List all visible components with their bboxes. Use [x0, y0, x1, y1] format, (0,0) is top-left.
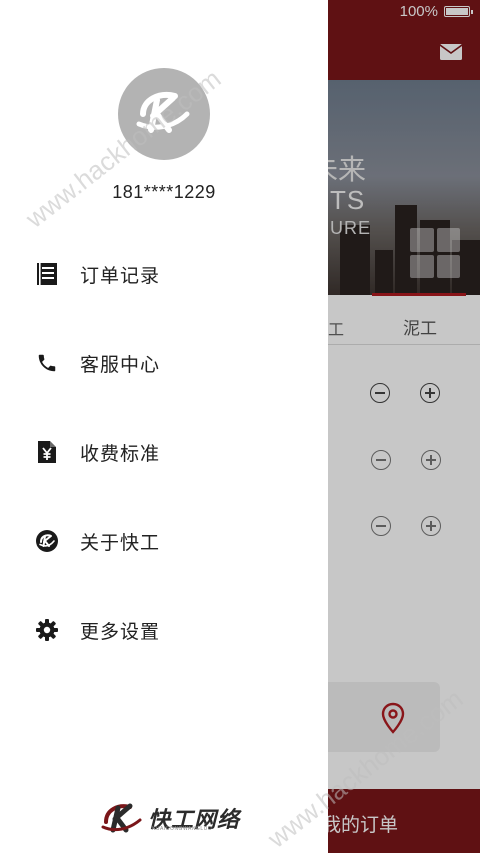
menu-item-pricing[interactable]: 收费标准 [34, 432, 294, 472]
menu-label: 订单记录 [80, 265, 161, 287]
order-list-icon [34, 261, 60, 287]
menu-item-order-records[interactable]: 订单记录 [34, 254, 294, 294]
avatar[interactable] [118, 68, 210, 160]
menu-label: 客服中心 [80, 354, 161, 376]
menu-item-settings[interactable]: 更多设置 [34, 610, 294, 650]
menu-label: 关于快工 [80, 532, 161, 554]
gear-icon [34, 617, 60, 643]
menu-item-customer-service[interactable]: 客服中心 [34, 343, 294, 383]
phone-icon [34, 350, 60, 376]
brand-subtitle: KUAIGONGWANGLUO [152, 826, 213, 832]
kuaigong-avatar-logo-icon [136, 92, 190, 133]
user-phone: 181****1229 [112, 182, 216, 202]
side-drawer: 181****1229 订单记录 客服中心 收费标准 关于快工 更多设置 快工网… [0, 0, 328, 853]
kuaigong-logo-icon [34, 528, 60, 554]
yen-document-icon [34, 439, 60, 465]
menu-label: 收费标准 [80, 443, 161, 465]
kuaigong-brand-icon [101, 803, 142, 833]
menu-item-about[interactable]: 关于快工 [34, 521, 294, 561]
menu-label: 更多设置 [80, 621, 161, 643]
